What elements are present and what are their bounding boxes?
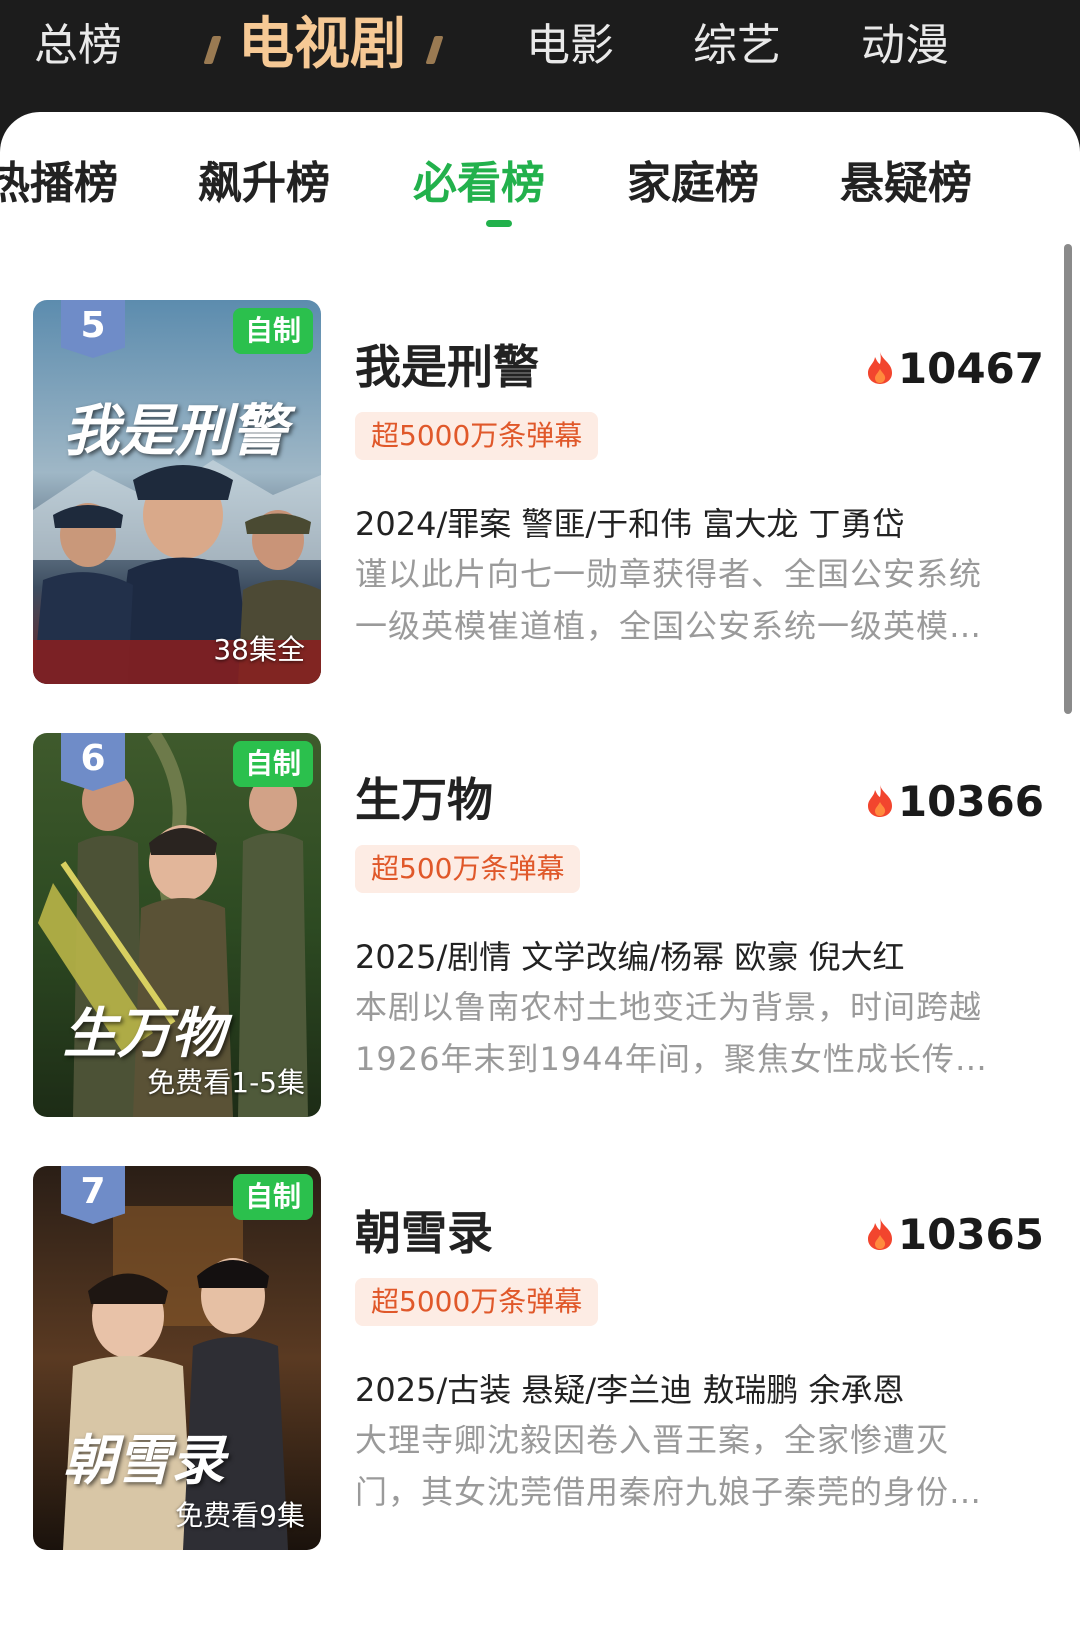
poster-image [33,300,321,684]
show-title[interactable]: 生万物 [355,769,493,831]
subtab-family[interactable]: 家庭榜 [627,154,759,214]
category-tab-anime[interactable]: 动漫 [861,16,949,76]
show-title[interactable]: 朝雪录 [355,1202,493,1264]
ranking-item[interactable]: 朝雪录 7 自制 免费看9集 朝雪录 10365 超5000万条弹幕 2025/… [0,1166,1080,1556]
description-line: 谨以此片向七一勋章获得者、全国公安系统 [355,555,983,593]
poster[interactable]: 生万物 6 自制 免费看1-5集 [33,733,321,1117]
self-made-badge: 自制 [232,741,313,787]
heat-score: 10366 [866,773,1044,829]
poster[interactable]: 朝雪录 7 自制 免费看9集 [33,1166,321,1550]
episode-status: 免费看1-5集 [147,1066,305,1099]
description-line: 1926年末到1944年间，聚焦女性成长传… [355,1040,988,1078]
show-meta: 2025/剧情 文学改编/杨幂 欧豪 倪大红 [355,938,905,976]
subtab-rising[interactable]: 飙升榜 [198,154,330,214]
self-made-badge: 自制 [232,308,313,354]
show-description: 大理寺卿沈毅因卷入晋王案，全家惨遭灭 门，其女沈莞借用秦府九娘子秦莞的身份… [355,1414,1037,1518]
heat-value: 10366 [897,776,1044,826]
category-tab-overall[interactable]: 总榜 [34,16,122,76]
heat-score: 10365 [866,1206,1044,1262]
show-title[interactable]: 我是刑警 [355,336,539,398]
episode-status: 免费看9集 [175,1499,305,1532]
rank-badge: 7 [61,1166,125,1224]
show-description: 谨以此片向七一勋章获得者、全国公安系统 一级英模崔道植，全国公安系统一级英模… [355,548,1037,652]
ranking-panel: 热播榜 飙升榜 必看榜 家庭榜 悬疑榜 我是刑警 5 自制 38集全 我是刑警 … [0,112,1080,1633]
subtab-suspense[interactable]: 悬疑榜 [840,154,972,214]
flame-icon [867,1218,892,1250]
danmu-count-badge: 超500万条弹幕 [355,845,581,893]
category-tab-tv-series[interactable]: 电视剧 [238,10,406,80]
rank-badge: 5 [61,300,125,358]
ranking-item[interactable]: 我是刑警 5 自制 38集全 我是刑警 10467 超5000万条弹幕 2024… [0,300,1080,690]
ranking-item[interactable]: 生万物 6 自制 免费看1-5集 生万物 10366 超500万条弹幕 2025… [0,733,1080,1123]
category-tab-variety[interactable]: 综艺 [693,16,781,76]
show-meta: 2024/罪案 警匪/于和伟 富大龙 丁勇岱 [355,505,905,543]
show-meta: 2025/古装 悬疑/李兰迪 敖瑞鹏 余承恩 [355,1371,905,1409]
subtab-must-watch[interactable]: 必看榜 [413,154,545,214]
danmu-count-badge: 超5000万条弹幕 [355,412,599,460]
rank-badge: 6 [61,733,125,791]
active-tab-decoration [425,36,444,64]
episode-status: 38集全 [213,633,305,666]
category-tab-movie[interactable]: 电影 [526,16,614,76]
show-description: 本剧以鲁南农村土地变迁为背景，时间跨越 1926年末到1944年间，聚焦女性成长… [355,981,1037,1085]
description-line: 大理寺卿沈毅因卷入晋王案，全家惨遭灭 [355,1421,950,1459]
self-made-badge: 自制 [232,1174,313,1220]
poster-title: 朝雪录 [63,1429,225,1492]
flame-icon [867,785,892,817]
flame-icon [867,352,892,384]
category-bar: 总榜 电视剧 电影 综艺 动漫 [0,0,1080,112]
description-line: 门，其女沈莞借用秦府九娘子秦莞的身份… [355,1473,983,1511]
poster[interactable]: 我是刑警 5 自制 38集全 [33,300,321,684]
active-tab-decoration [203,36,222,64]
description-line: 一级英模崔道植，全国公安系统一级英模… [355,607,983,645]
heat-value: 10365 [897,1209,1044,1259]
subtab-hot[interactable]: 热播榜 [0,154,118,214]
danmu-count-badge: 超5000万条弹幕 [355,1278,599,1326]
poster-title: 我是刑警 [63,399,287,464]
poster-title: 生万物 [63,1002,225,1065]
heat-score: 10467 [866,340,1044,396]
heat-value: 10467 [897,343,1044,393]
active-subtab-indicator [486,220,512,227]
description-line: 本剧以鲁南农村土地变迁为背景，时间跨越 [355,988,983,1026]
